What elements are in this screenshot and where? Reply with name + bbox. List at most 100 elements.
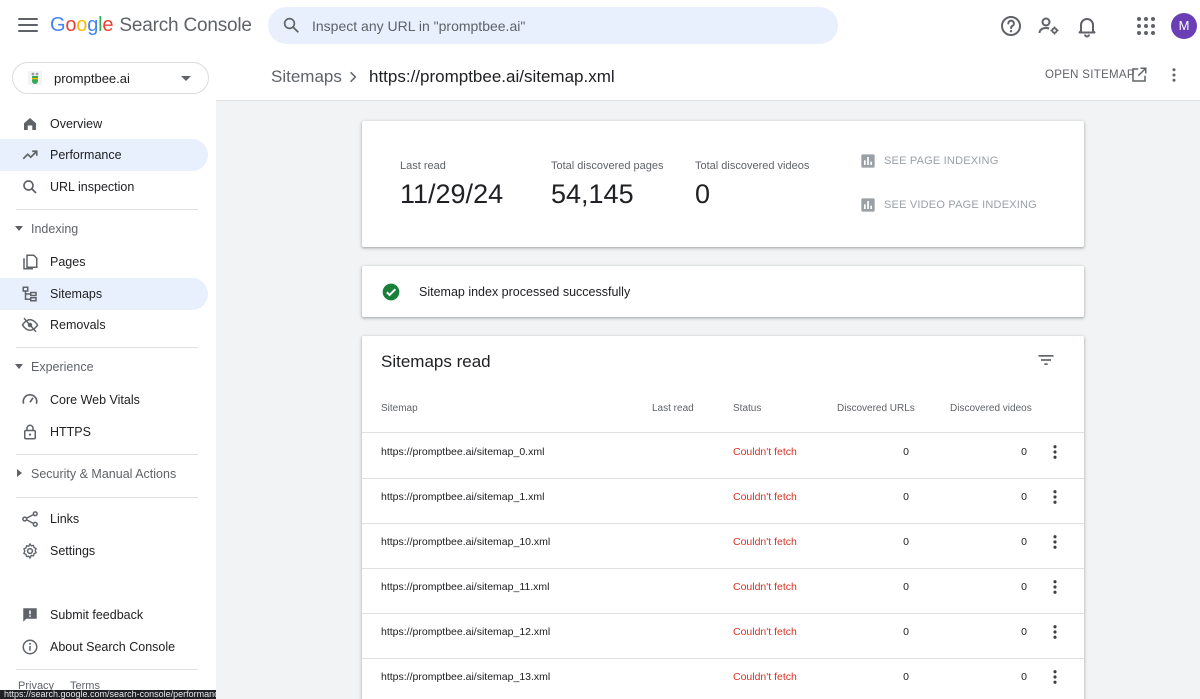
- section-label: Indexing: [31, 222, 79, 236]
- sidebar-item-label: Sitemaps: [50, 287, 103, 301]
- status-cell: Couldn't fetch: [733, 491, 797, 503]
- sidebar-divider: [16, 347, 198, 348]
- open-sitemap-button[interactable]: OPEN SITEMAP: [1045, 69, 1135, 81]
- see-video-indexing-button[interactable]: SEE VIDEO PAGE INDEXING: [860, 195, 1060, 215]
- column-header-sitemap[interactable]: Sitemap: [381, 403, 418, 414]
- more-vert-icon[interactable]: [1165, 66, 1183, 84]
- more-vert-icon[interactable]: [1046, 578, 1064, 596]
- sidebar-item-label: Links: [50, 512, 80, 526]
- main-content: Sitemaps https://promptbee.ai/sitemap.xm…: [216, 52, 1200, 699]
- url-inspect-input[interactable]: [312, 7, 812, 44]
- manage-users-icon[interactable]: [1037, 14, 1061, 38]
- bee-icon: [28, 71, 42, 85]
- sitemap-url-cell[interactable]: https://promptbee.ai/sitemap_10.xml: [381, 536, 550, 548]
- bar-chart-icon: [861, 154, 875, 168]
- info-icon: [22, 639, 38, 655]
- column-header-discovered-videos[interactable]: Discovered videos: [950, 403, 1032, 414]
- sidebar-item-core-web-vitals[interactable]: Core Web Vitals: [0, 384, 208, 416]
- total-videos-label: Total discovered videos: [695, 160, 810, 172]
- table-row[interactable]: https://promptbee.ai/sitemap_10.xml Could…: [362, 523, 1084, 568]
- page-title: https://promptbee.ai/sitemap.xml: [369, 67, 615, 86]
- filter-icon[interactable]: [1036, 350, 1056, 370]
- sidebar-item-removals[interactable]: Removals: [0, 309, 208, 341]
- sidebar-section-experience[interactable]: Experience: [0, 356, 208, 380]
- table-row[interactable]: https://promptbee.ai/sitemap_1.xml Couldn…: [362, 478, 1084, 523]
- sidebar-item-pages[interactable]: Pages: [0, 246, 208, 278]
- discovered-videos-cell: 0: [1021, 626, 1027, 638]
- discovered-urls-cell: 0: [903, 626, 909, 638]
- sitemaps-read-card: Sitemaps read Sitemap Last read Status D…: [362, 336, 1084, 699]
- sidebar-item-label: Submit feedback: [50, 608, 144, 622]
- column-header-status[interactable]: Status: [733, 403, 761, 414]
- breadcrumb-sitemaps[interactable]: Sitemaps: [271, 67, 342, 87]
- sidebar-divider: [16, 669, 198, 670]
- sidebar-item-about[interactable]: About Search Console: [0, 631, 208, 663]
- trending-icon: [22, 150, 38, 160]
- bar-chart-icon: [861, 198, 875, 212]
- sidebar-item-sitemaps[interactable]: Sitemaps: [0, 278, 208, 310]
- page-header: Sitemaps https://promptbee.ai/sitemap.xm…: [216, 52, 1200, 101]
- sidebar-item-label: Pages: [50, 255, 86, 269]
- search-icon: [283, 17, 299, 33]
- sidebar-item-label: Removals: [50, 318, 106, 332]
- discovered-urls-cell: 0: [903, 671, 909, 683]
- see-video-indexing-label: SEE VIDEO PAGE INDEXING: [884, 199, 1037, 211]
- pages-icon: [23, 254, 38, 270]
- notifications-icon[interactable]: [1075, 14, 1099, 38]
- discovered-urls-cell: 0: [903, 446, 909, 458]
- home-icon: [24, 118, 36, 130]
- sidebar-item-performance[interactable]: Performance: [0, 139, 208, 171]
- sidebar-item-label: Performance: [50, 148, 122, 162]
- property-name: promptbee.ai: [54, 71, 130, 86]
- feedback-icon: [23, 608, 37, 622]
- sitemap-icon: [22, 286, 37, 302]
- speed-icon: [22, 393, 38, 405]
- sidebar-item-https[interactable]: HTTPS: [0, 416, 208, 448]
- sidebar-item-submit-feedback[interactable]: Submit feedback: [0, 599, 208, 631]
- sitemap-url-cell[interactable]: https://promptbee.ai/sitemap_13.xml: [381, 671, 550, 683]
- see-page-indexing-button[interactable]: SEE PAGE INDEXING: [860, 151, 1060, 171]
- sidebar-divider: [16, 209, 198, 210]
- more-vert-icon[interactable]: [1046, 623, 1064, 641]
- sidebar-item-links[interactable]: Links: [0, 503, 208, 535]
- sitemap-url-cell[interactable]: https://promptbee.ai/sitemap_0.xml: [381, 446, 544, 458]
- sidebar-item-url-inspection[interactable]: URL inspection: [0, 171, 208, 203]
- status-cell: Couldn't fetch: [733, 626, 797, 638]
- sidebar-item-label: HTTPS: [50, 425, 91, 439]
- sidebar-item-overview[interactable]: Overview: [0, 108, 208, 140]
- sidebar-section-security[interactable]: Security & Manual Actions: [0, 463, 208, 487]
- sitemap-url-cell[interactable]: https://promptbee.ai/sitemap_11.xml: [381, 581, 549, 593]
- expand-icon: [17, 469, 22, 477]
- table-row[interactable]: https://promptbee.ai/sitemap_13.xml Could…: [362, 658, 1084, 699]
- more-vert-icon[interactable]: [1046, 533, 1064, 551]
- table-row[interactable]: https://promptbee.ai/sitemap_0.xml Couldn…: [362, 433, 1084, 478]
- discovered-videos-cell: 0: [1021, 536, 1027, 548]
- table-row[interactable]: https://promptbee.ai/sitemap_12.xml Could…: [362, 613, 1084, 658]
- sidebar-section-indexing[interactable]: Indexing: [0, 218, 208, 242]
- sitemap-url-cell[interactable]: https://promptbee.ai/sitemap_1.xml: [381, 491, 544, 503]
- more-vert-icon[interactable]: [1046, 488, 1064, 506]
- table-row[interactable]: https://promptbee.ai/sitemap_11.xml Could…: [362, 568, 1084, 613]
- discovered-urls-cell: 0: [903, 491, 909, 503]
- sitemap-url-cell[interactable]: https://promptbee.ai/sitemap_12.xml: [381, 626, 550, 638]
- url-inspect-search[interactable]: [268, 7, 838, 44]
- main-menu-icon[interactable]: [16, 14, 40, 38]
- discovered-urls-cell: 0: [903, 581, 909, 593]
- product-logo[interactable]: Google Search Console: [50, 14, 252, 37]
- account-avatar[interactable]: M: [1171, 13, 1197, 39]
- table-title: Sitemaps read: [381, 352, 491, 371]
- column-header-last-read[interactable]: Last read: [652, 403, 694, 414]
- more-vert-icon[interactable]: [1046, 443, 1064, 461]
- sidebar-item-label: Overview: [50, 117, 103, 131]
- more-vert-icon[interactable]: [1046, 668, 1064, 686]
- column-header-discovered-urls[interactable]: Discovered URLs: [837, 403, 915, 414]
- links-icon: [22, 511, 38, 527]
- property-selector[interactable]: promptbee.ai: [12, 62, 209, 94]
- open-in-new-icon[interactable]: [1130, 66, 1148, 84]
- see-page-indexing-label: SEE PAGE INDEXING: [884, 155, 999, 167]
- help-icon[interactable]: [999, 14, 1023, 38]
- apps-grid-icon[interactable]: [1134, 14, 1158, 38]
- processing-status-card: Sitemap index processed successfully: [362, 266, 1084, 317]
- discovered-urls-cell: 0: [903, 536, 909, 548]
- sidebar-item-settings[interactable]: Settings: [0, 535, 208, 567]
